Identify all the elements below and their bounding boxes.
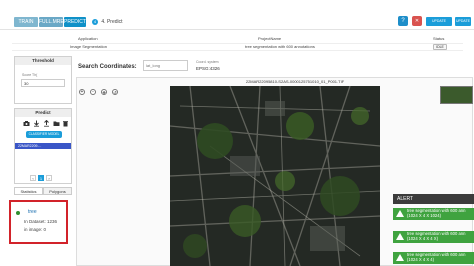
tab-statistics[interactable]: Statistics [14, 187, 43, 195]
status-badge: IDLE [433, 44, 447, 50]
legend-dataset-count: In Dataset: 1236 [24, 219, 58, 224]
col-project-name: ProjectName [258, 36, 282, 41]
project-value: tree segmentation with 600 annotations [245, 44, 315, 49]
upload-icon[interactable] [43, 119, 50, 127]
reset-view-icon[interactable]: ↺ [112, 89, 118, 95]
page-1-button[interactable]: 1 [38, 175, 44, 181]
tab-fullmre[interactable]: FULL.MRE [39, 17, 64, 27]
zoom-out-button[interactable]: - [90, 89, 96, 95]
step-indicator: 4 4. Predict [92, 17, 123, 27]
threshold-field-label: Score Th( [22, 73, 38, 77]
minimap-thumbnail[interactable] [440, 86, 473, 104]
step-dot-icon: 4 [92, 18, 98, 25]
step-label: 4. Predict [101, 19, 123, 25]
coord-system-label: Coord. system [196, 60, 219, 64]
satellite-image[interactable] [170, 86, 380, 266]
warning-icon [396, 233, 404, 240]
search-input[interactable] [143, 60, 188, 71]
application-value: Image Segmentation [70, 44, 107, 49]
tab-predict[interactable]: PREDICT [64, 17, 86, 27]
alert-line2: (1024 X 4 X 4 X) [407, 236, 438, 241]
close-icon[interactable]: ✕ [412, 16, 422, 26]
col-status: Status [433, 36, 445, 41]
col-application: Application [78, 36, 98, 41]
threshold-title: Threshold [15, 57, 71, 65]
download-icon[interactable] [33, 120, 40, 127]
alert-line2: (1024 X 4 X 1024) [407, 213, 441, 218]
alert-item[interactable]: tree segmentation with 600 ann (1024 X 4… [393, 231, 474, 243]
update-button-secondary[interactable]: UPDATE [455, 17, 471, 26]
tab-polygons[interactable]: Polygons [43, 187, 72, 195]
predict-title: Predict [15, 109, 71, 117]
search-label: Search Coordinates: [78, 64, 137, 70]
warning-icon [396, 210, 404, 217]
alert-header: ALERT [393, 194, 474, 204]
tab-train[interactable]: TRAIN [14, 17, 38, 27]
help-button[interactable]: ? [398, 16, 408, 26]
legend-class-name[interactable]: tree [28, 209, 37, 215]
legend-image-count: in image: 0 [24, 227, 47, 232]
satellite-texture [170, 86, 380, 266]
folder-icon[interactable] [53, 120, 60, 127]
legend-dot-icon [16, 211, 20, 215]
alert-item[interactable]: tree segmentation with 600 ann (1024 X 4… [393, 252, 474, 264]
delete-icon[interactable] [62, 120, 69, 127]
page-next-icon[interactable]: › [46, 175, 52, 181]
update-button[interactable]: UPDATE [426, 17, 452, 26]
threshold-input[interactable]: 30 [21, 79, 65, 87]
coord-system-select[interactable]: EPSG:4326 [196, 66, 220, 71]
warning-icon [396, 254, 404, 261]
alert-item[interactable]: tree segmentation with 600 ann (1024 X 4… [393, 208, 474, 220]
map-filename: 22MAR22095810-S2AS-0000125751010_01_P001… [245, 79, 345, 84]
zoom-in-button[interactable]: + [79, 89, 85, 95]
alert-line2: (1024 X 4 X 4) [407, 257, 435, 262]
classifier-model-button[interactable]: CLASSIFIER MODEL [26, 131, 62, 138]
image-list-item[interactable]: 22MAR2209.... [15, 143, 71, 149]
pan-icon[interactable]: ✥ [101, 89, 107, 95]
page-prev-icon[interactable]: ‹ [30, 175, 36, 181]
camera-icon[interactable] [23, 120, 30, 127]
